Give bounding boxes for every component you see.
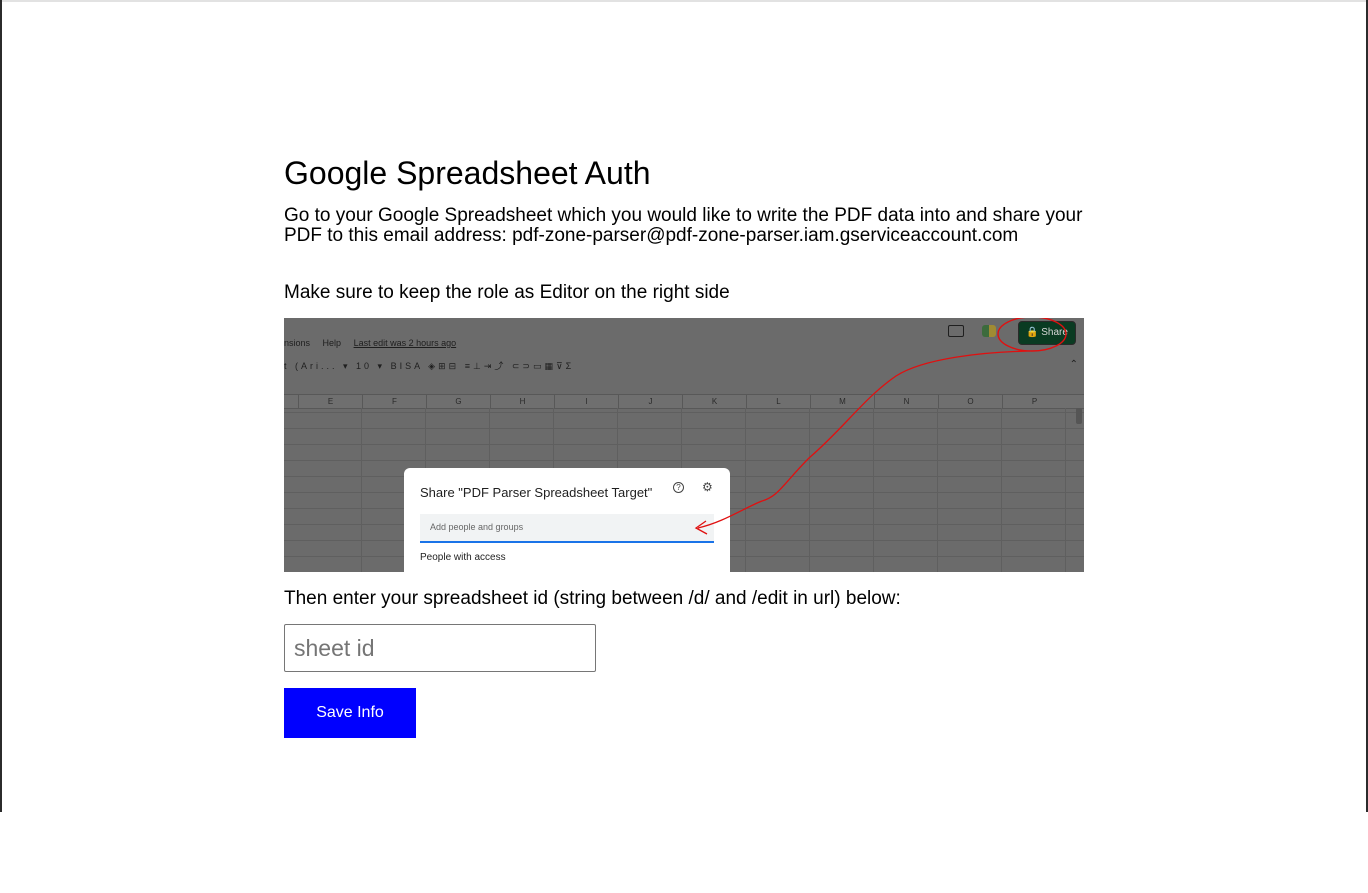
- page-title: Google Spreadsheet Auth: [284, 155, 651, 191]
- annotation-arrow: [697, 350, 1031, 529]
- instruction-screenshot: nsions Help Last edit was 2 hours ago t …: [284, 318, 1084, 572]
- annotation-overlay: [694, 318, 1067, 535]
- sheet-id-input[interactable]: [284, 624, 596, 672]
- save-info-button[interactable]: Save Info: [284, 688, 416, 738]
- window-left-border: [0, 0, 2, 812]
- window-top-border: [0, 0, 1368, 2]
- share-highlight-circle: [997, 318, 1067, 352]
- instructions-text: Go to your Google Spreadsheet which you …: [284, 205, 1083, 246]
- spreadsheet-id-instruction: Then enter your spreadsheet id (string b…: [284, 588, 901, 609]
- role-note: Make sure to keep the role as Editor on …: [284, 282, 730, 303]
